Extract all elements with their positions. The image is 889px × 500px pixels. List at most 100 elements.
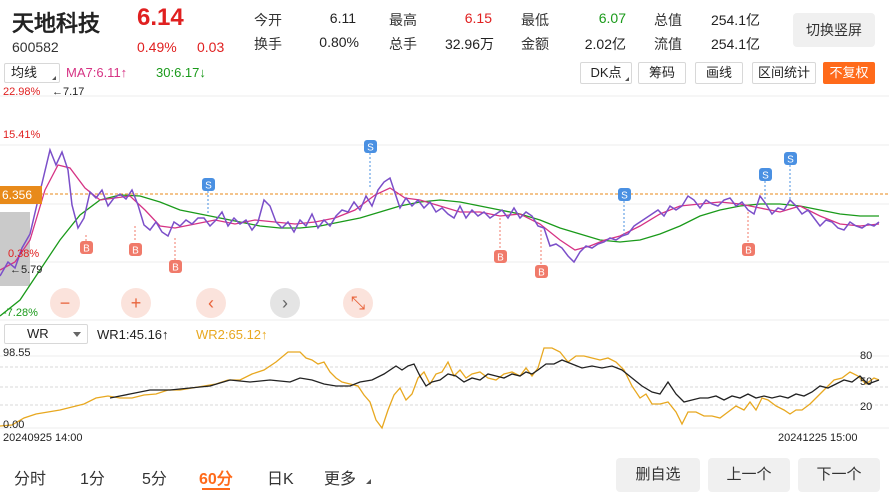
quote-value-total-value: 254.1亿 bbox=[710, 12, 760, 28]
y-label-upper: 15.41% bbox=[3, 129, 41, 141]
quote-label-open: 今开 bbox=[254, 12, 282, 28]
indicator-selector[interactable]: WR bbox=[4, 324, 88, 344]
sell-marker[interactable]: S bbox=[784, 152, 797, 200]
quote-label-low: 最低 bbox=[521, 12, 549, 28]
indicator-selector-label: WR bbox=[27, 326, 49, 341]
date-start: 20240925 14:00 bbox=[3, 432, 83, 444]
period-tab-timeshare[interactable]: 分时 bbox=[14, 465, 46, 489]
period-tab-more[interactable]: 更多 bbox=[324, 465, 356, 489]
stock-price: 6.14 bbox=[137, 4, 184, 31]
wr-y-min: 0.00 bbox=[3, 419, 25, 431]
quote-value-amount: 2.02亿 bbox=[584, 36, 626, 52]
period-tab-60min[interactable]: 60分 bbox=[199, 465, 233, 489]
period-tab-1min[interactable]: 1分 bbox=[80, 465, 105, 489]
quote-header: 天地科技 6.14 600582 0.49% 0.03 今开 6.11 最高 6… bbox=[0, 0, 889, 60]
quote-value-open: 6.11 bbox=[329, 10, 356, 26]
collapse-icon[interactable]: ⤡ bbox=[343, 288, 373, 318]
switch-portrait-button[interactable]: 切换竖屏 bbox=[793, 13, 875, 47]
svg-text:S: S bbox=[762, 171, 769, 182]
corner-triangle-icon bbox=[625, 77, 629, 81]
price-line bbox=[0, 147, 880, 277]
no-adjust-button[interactable]: 不复权 bbox=[823, 62, 875, 84]
corner-triangle-icon bbox=[366, 479, 371, 484]
period-bar: 分时 1分 5分 60分 日K 更多 删自选 上一个 下一个 bbox=[0, 448, 889, 500]
stock-code: 600582 bbox=[12, 39, 59, 55]
quote-label-amount: 金额 bbox=[521, 36, 549, 52]
svg-text:B: B bbox=[497, 253, 504, 264]
quote-label-high: 最高 bbox=[389, 12, 417, 28]
zoom-out-button[interactable]: − bbox=[50, 288, 80, 318]
chevron-left-icon[interactable]: ‹ bbox=[196, 288, 226, 318]
svg-text:S: S bbox=[367, 143, 374, 154]
price-chart[interactable]: B B B B B B S S S S S bbox=[0, 84, 889, 322]
quote-label-total-value: 总值 bbox=[654, 12, 682, 28]
change-percent: 0.49% bbox=[137, 39, 177, 55]
zoom-in-button[interactable]: + bbox=[121, 288, 151, 318]
current-price-flag: 6.356 bbox=[0, 186, 42, 204]
max-price-marker: ←7.17 bbox=[52, 86, 85, 98]
ma7-value: MA7:6.11↑ bbox=[66, 65, 128, 80]
quote-label-float-value: 流值 bbox=[654, 36, 682, 52]
buy-marker[interactable]: B bbox=[494, 218, 507, 264]
y-label-bottom: -7.28% bbox=[3, 307, 38, 319]
active-tab-underline bbox=[202, 488, 230, 490]
y-label-mid: 0.38% bbox=[8, 248, 40, 260]
wr2-line bbox=[0, 347, 880, 430]
chevron-down-icon bbox=[73, 332, 81, 337]
next-stock-button[interactable]: 下一个 bbox=[798, 458, 880, 492]
svg-text:B: B bbox=[132, 246, 139, 257]
svg-text:B: B bbox=[538, 268, 545, 279]
wr-indicator-bar: WR WR1:45.16↑ WR2:65.12↑ bbox=[0, 323, 889, 345]
sell-marker[interactable]: S bbox=[618, 188, 631, 236]
buy-marker[interactable]: B bbox=[742, 212, 755, 257]
ma-selector[interactable]: 均线 bbox=[4, 63, 60, 83]
min-price-marker: ←5.79 bbox=[10, 264, 43, 276]
quote-label-turnover: 换手 bbox=[254, 36, 282, 52]
buy-marker[interactable]: B bbox=[129, 226, 142, 257]
sell-marker[interactable]: S bbox=[202, 178, 215, 214]
quote-value-turnover: 0.80% bbox=[319, 34, 359, 50]
chip-distribution-button[interactable]: 筹码 bbox=[638, 62, 686, 84]
svg-text:B: B bbox=[172, 263, 179, 274]
svg-text:B: B bbox=[83, 244, 90, 255]
sell-marker[interactable]: S bbox=[364, 140, 377, 188]
date-end: 20241225 15:00 bbox=[778, 432, 858, 444]
y-label-top: 22.98% bbox=[3, 86, 41, 98]
dk-point-button[interactable]: DK点 bbox=[580, 62, 632, 84]
range-stats-button[interactable]: 区间统计 bbox=[752, 62, 816, 84]
ma-selector-label: 均线 bbox=[11, 65, 38, 80]
corner-triangle-icon bbox=[52, 76, 56, 80]
buy-marker[interactable]: B bbox=[80, 235, 93, 255]
remove-watchlist-button[interactable]: 删自选 bbox=[616, 458, 700, 492]
wr2-value: WR2:65.12↑ bbox=[196, 327, 268, 342]
quote-value-high: 6.15 bbox=[464, 10, 492, 26]
period-tab-day[interactable]: 日K bbox=[267, 465, 294, 489]
quote-label-volume: 总手 bbox=[389, 36, 417, 52]
sell-marker[interactable]: S bbox=[759, 168, 772, 200]
wr-tick-80: 80 bbox=[860, 350, 873, 362]
stock-name: 天地科技 bbox=[12, 11, 101, 36]
period-tab-5min[interactable]: 5分 bbox=[142, 465, 167, 489]
svg-text:S: S bbox=[621, 191, 628, 202]
wr1-line bbox=[109, 359, 880, 403]
draw-line-button[interactable]: 画线 bbox=[695, 62, 743, 84]
change-amount: 0.03 bbox=[197, 39, 225, 55]
dk-point-label: DK点 bbox=[590, 65, 622, 80]
indicator-toolbar: 均线 MA7:6.11↑ 30:6.17↓ DK点 筹码 画线 区间统计 不复权 bbox=[0, 62, 889, 84]
wr-chart[interactable] bbox=[0, 345, 889, 445]
wr-y-max: 98.55 bbox=[3, 347, 31, 359]
quote-value-float-value: 254.1亿 bbox=[710, 36, 760, 52]
buy-marker[interactable]: B bbox=[169, 238, 182, 274]
wr1-value: WR1:45.16↑ bbox=[97, 327, 169, 342]
svg-text:B: B bbox=[745, 246, 752, 257]
svg-text:S: S bbox=[787, 155, 794, 166]
ma30-value: 30:6.17↓ bbox=[156, 65, 206, 80]
wr-tick-20: 20 bbox=[860, 401, 873, 413]
quote-value-low: 6.07 bbox=[598, 10, 626, 26]
wr-tick-50: 50 bbox=[860, 376, 873, 388]
quote-value-volume: 32.96万 bbox=[444, 36, 494, 52]
chevron-right-icon[interactable]: › bbox=[270, 288, 300, 318]
buy-marker[interactable]: B bbox=[535, 230, 548, 279]
previous-stock-button[interactable]: 上一个 bbox=[708, 458, 790, 492]
svg-text:S: S bbox=[205, 181, 212, 192]
